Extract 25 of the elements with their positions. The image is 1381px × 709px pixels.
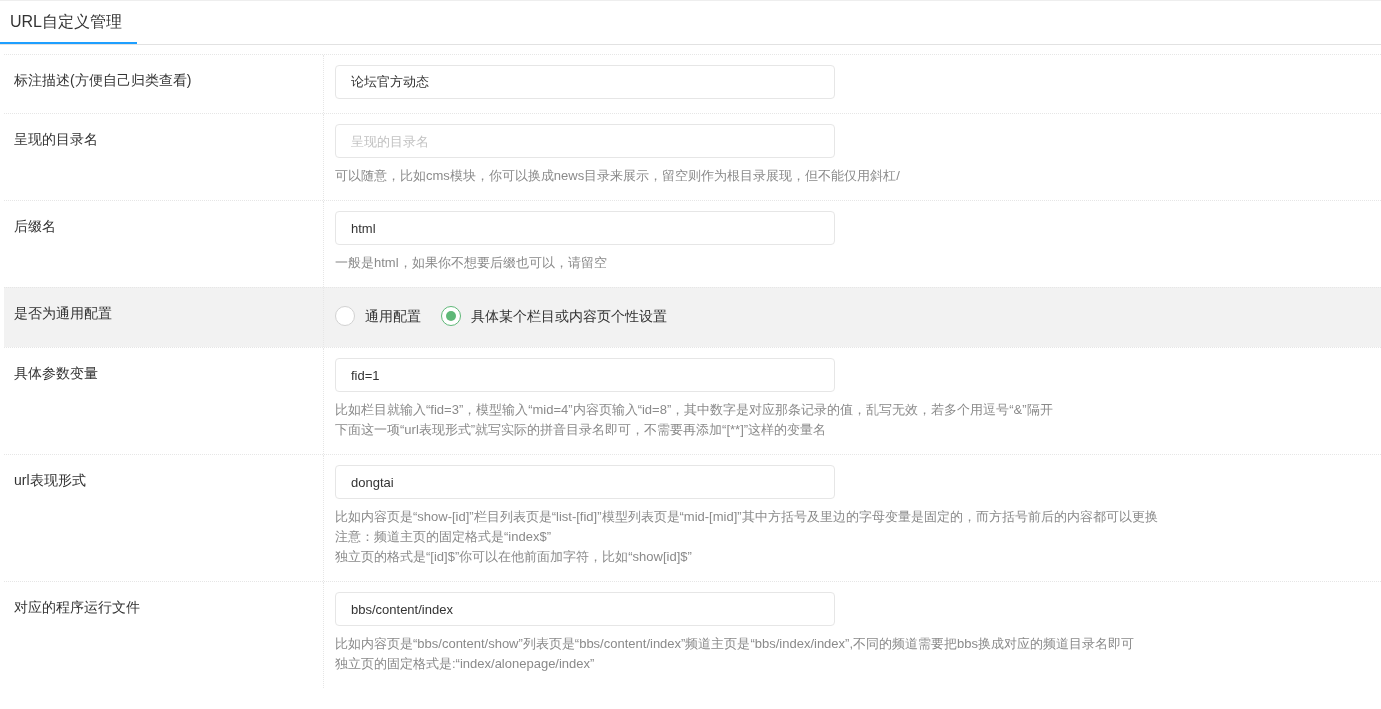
hint-text: 比如内容页是“show-[id]”栏目列表页是“list-[fid]”模型列表页是“mid-[mid]”其中方括号及里边的字母变量是固定的，而方括号前后的内容都可以更换 [335, 508, 1158, 526]
field-label: 呈现的目录名 [14, 131, 98, 147]
field-label: url表现形式 [14, 472, 86, 488]
radio-option[interactable]: 通用配置 [335, 305, 421, 327]
field-label: 对应的程序运行文件 [14, 599, 140, 615]
radio-option[interactable]: 具体某个栏目或内容页个性设置 [441, 305, 667, 327]
text-field[interactable]: 论坛官方动态 [335, 65, 835, 99]
tab[interactable]: URL自定义管理 [0, 2, 137, 44]
hint-text: 比如栏目就输入“fid=3”，模型输入“mid=4”内容页输入“id=8”，其中数字是对应那条记录的值，乱写无效，若多个用逗号“&”隔开 [335, 401, 1053, 419]
hint-text: 下面这一项“url表现形式”就写实际的拼音目录名即可，不需要再添加“[**]”这样的变量名 [335, 421, 828, 439]
field-label: 是否为通用配置 [14, 305, 112, 321]
text-field[interactable]: html [335, 211, 835, 245]
hint-text: 一般是html，如果你不想要后缀也可以，请留空 [335, 254, 608, 272]
hint-text: 独立页的格式是“[id]$”你可以在他前面加字符，比如“show[id]$” [335, 548, 693, 566]
text-field[interactable]: 呈现的目录名 [335, 124, 835, 158]
hint-text: 注意：频道主页的固定格式是“index$” [335, 528, 552, 546]
text-field[interactable]: bbs/content/index [335, 592, 835, 626]
field-label: 具体参数变量 [14, 365, 98, 381]
text-field[interactable]: dongtai [335, 465, 835, 499]
text-field[interactable]: fid=1 [335, 358, 835, 392]
hint-text: 可以随意，比如cms模块，你可以换成news目录来展示，留空则作为根目录展现，但不能仅用斜杠/ [335, 167, 900, 185]
hint-text: 独立页的固定格式是:“index/alonepage/index” [335, 655, 596, 673]
field-label: 标注描述(方便自己归类查看) [14, 72, 192, 88]
field-label: 后缀名 [14, 218, 56, 234]
hint-text: 比如内容页是“bbs/content/show”列表页是“bbs/content/index”频道主页是“bbs/index/index”,不同的频道需要把bbs换成对应的频道目录名即可 [335, 635, 1134, 653]
